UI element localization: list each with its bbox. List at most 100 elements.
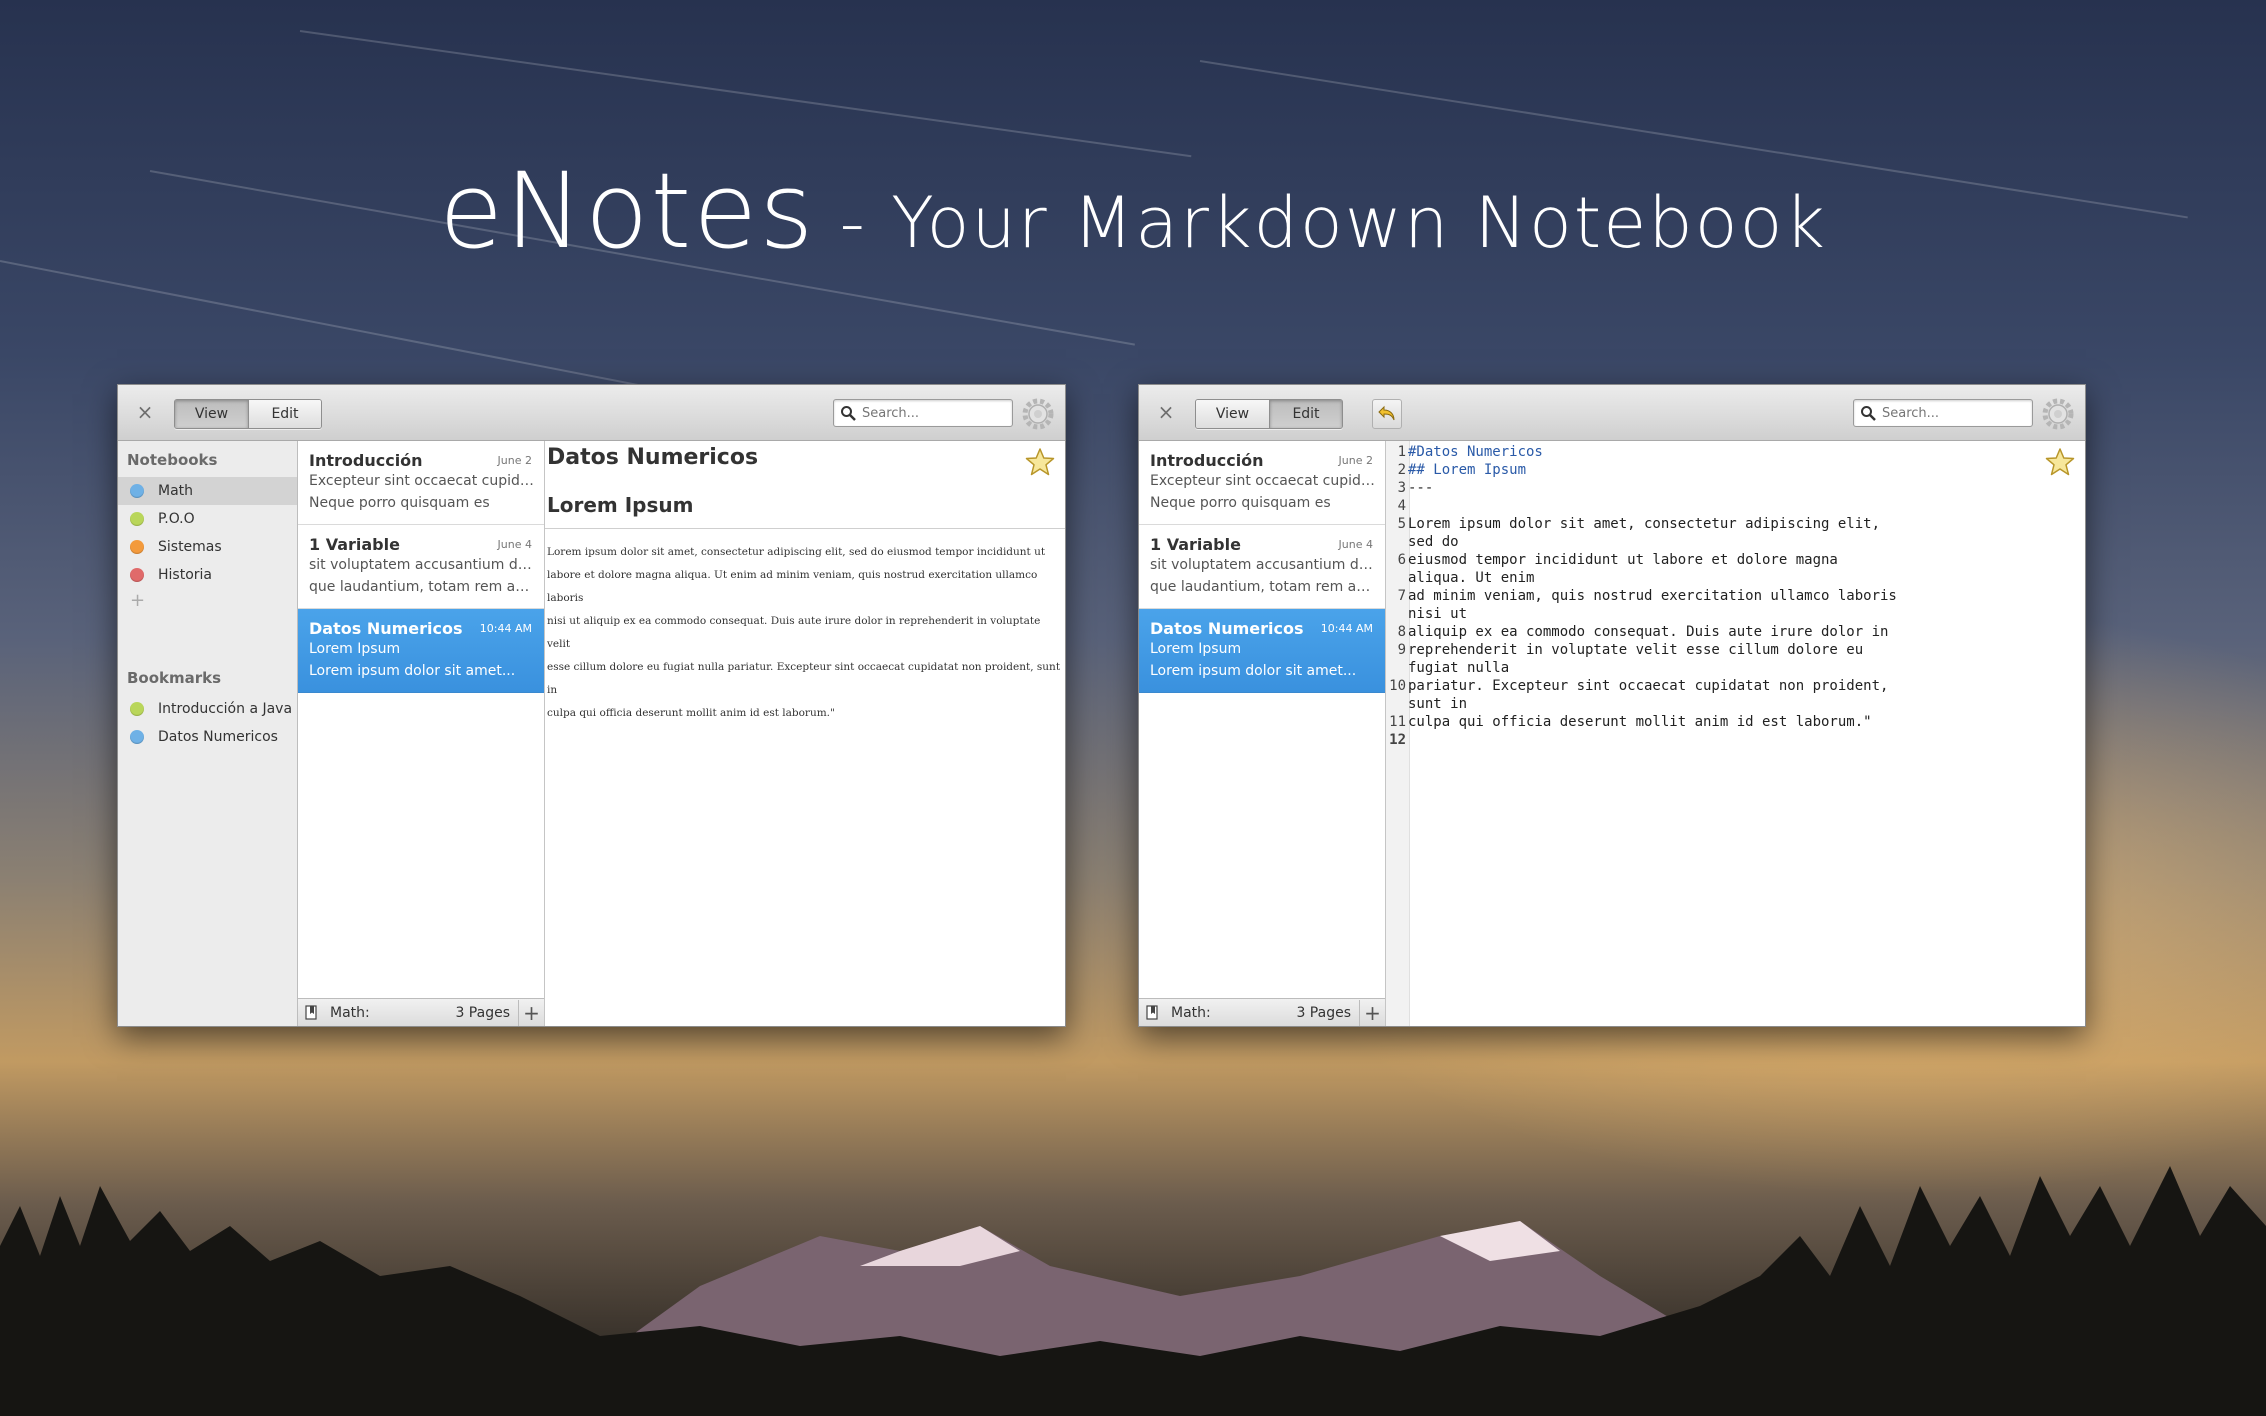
- notebook-color-dot: [130, 568, 144, 582]
- notebooks-header: Notebooks: [127, 451, 218, 469]
- code-line: 4: [1386, 497, 1897, 515]
- gear-icon[interactable]: [1021, 397, 1055, 431]
- bookmark-icon[interactable]: [298, 1004, 326, 1021]
- code-line-wrap: 5sed do: [1386, 533, 1897, 551]
- code-text: sunt in: [1408, 696, 1468, 712]
- note-preview: Neque porro quisquam es: [309, 495, 490, 511]
- note-item-datos-numericos[interactable]: Datos Numericos 10:44 AM Lorem Ipsum Lor…: [298, 609, 544, 693]
- code-line: 6 eiusmod tempor incididunt ut labore et …: [1386, 551, 1897, 569]
- line-number: 5: [1397, 516, 1406, 532]
- code-line: 12: [1386, 731, 1897, 749]
- star-icon[interactable]: [2045, 447, 2075, 477]
- code-line-wrap: 9fugiat nulla: [1386, 659, 1897, 677]
- note-preview: Lorem ipsum dolor sit amet...: [309, 663, 516, 679]
- code-text: #Datos Numericos: [1408, 444, 1543, 460]
- add-notebook-button[interactable]: +: [118, 589, 297, 613]
- viewer-body-line: nisi ut aliquip ex ea commodo consequat.…: [547, 615, 1041, 650]
- sidebar-item-math[interactable]: Math: [118, 477, 297, 505]
- code-text: culpa qui officia deserunt mollit anim i…: [1408, 714, 1872, 730]
- code-line-wrap: 6aliqua. Ut enim: [1386, 569, 1897, 587]
- note-item-1-variable[interactable]: 1 Variable June 4 sit voluptatem accusan…: [298, 525, 544, 609]
- sidebar-item-historia[interactable]: Historia: [118, 561, 297, 589]
- sidebar-item-label: P.O.O: [158, 511, 195, 527]
- markdown-editor[interactable]: 1 #Datos Numericos 2 ## Lorem Ipsum 3 --- 4 5 Lo…: [1386, 441, 2085, 1026]
- line-number: 9: [1397, 642, 1406, 658]
- note-date: June 4: [497, 538, 532, 551]
- search-input[interactable]: [1882, 405, 2022, 421]
- note-preview: que laudantium, totam rem aperia...: [1150, 579, 1375, 595]
- app-brand: eNotes: [439, 150, 816, 272]
- sidebar-item-sistemas[interactable]: Sistemas: [118, 533, 297, 561]
- note-date: June 2: [497, 454, 532, 467]
- note-item-1-variable[interactable]: 1 Variable June 4 sit voluptatem accusan…: [1139, 525, 1385, 609]
- note-preview: sit voluptatem accusantium dolor...: [309, 557, 534, 573]
- app-tagline: - Your Markdown Notebook: [815, 182, 1827, 264]
- mode-switcher: View Edit: [1195, 399, 1343, 429]
- note-date: June 4: [1338, 538, 1373, 551]
- editor-code[interactable]: 1 #Datos Numericos 2 ## Lorem Ipsum 3 --- 4 5 Lo…: [1386, 443, 1897, 749]
- bookmarks-header: Bookmarks: [127, 669, 222, 687]
- add-note-button[interactable]: +: [1359, 999, 1385, 1026]
- undo-icon[interactable]: [1372, 399, 1402, 429]
- line-number: 7: [1397, 588, 1406, 604]
- note-preview: sit voluptatem accusantium dolor...: [1150, 557, 1375, 573]
- bookmark-item-java[interactable]: Introducción a Java: [118, 695, 297, 723]
- edit-mode-button[interactable]: Edit: [1269, 400, 1342, 428]
- search-box: [1853, 399, 2033, 427]
- code-line: 2 ## Lorem Ipsum: [1386, 461, 1897, 479]
- viewer-heading-1: Datos Numericos: [547, 445, 759, 470]
- sidebar-item-label: Sistemas: [158, 539, 222, 555]
- bookmark-color-dot: [130, 730, 144, 744]
- code-text: sed do: [1408, 534, 1459, 550]
- code-text: ad minim veniam, quis nostrud exercitati…: [1408, 588, 1897, 604]
- note-item-introduccion[interactable]: Introducción June 2 Excepteur sint occae…: [1139, 441, 1385, 525]
- viewer-body-line: Lorem ipsum dolor sit amet, consectetur …: [547, 546, 1046, 558]
- code-text: aliqua. Ut enim: [1408, 570, 1535, 586]
- notebook-color-dot: [130, 512, 144, 526]
- note-item-introduccion[interactable]: Introducción June 2 Excepteur sint occae…: [298, 441, 544, 525]
- viewer-body-line: esse cillum dolore eu fugiat nulla paria…: [547, 661, 1061, 696]
- line-number: 2: [1397, 462, 1406, 478]
- code-line: 9 reprehenderit in voluptate velit esse c…: [1386, 641, 1897, 659]
- note-preview: Excepteur sint occaecat cupidatat...: [1150, 473, 1375, 489]
- note-list-footer: Math: 3 Pages +: [1139, 998, 1385, 1026]
- note-preview: Neque porro quisquam es: [1150, 495, 1331, 511]
- close-button[interactable]: ×: [1153, 399, 1179, 425]
- gear-icon[interactable]: [2041, 397, 2075, 431]
- line-number: 12: [1389, 732, 1406, 748]
- edit-mode-button[interactable]: Edit: [248, 400, 321, 428]
- code-text: aliquip ex ea commodo consequat. Duis au…: [1408, 624, 1889, 640]
- line-number: 8: [1397, 624, 1406, 640]
- mountain-landscape: [0, 1166, 2266, 1416]
- line-number: 3: [1397, 480, 1406, 496]
- view-mode-button[interactable]: View: [175, 400, 248, 428]
- bookmark-item-datos[interactable]: Datos Numericos: [118, 723, 297, 751]
- code-line: 11 culpa qui officia deserunt mollit anim…: [1386, 713, 1897, 731]
- note-item-datos-numericos[interactable]: Datos Numericos 10:44 AM Lorem Ipsum Lor…: [1139, 609, 1385, 693]
- line-number: 4: [1397, 498, 1406, 514]
- notebook-color-dot: [130, 540, 144, 554]
- star-icon[interactable]: [1025, 447, 1055, 477]
- viewer-body: Lorem ipsum dolor sit amet, consectetur …: [545, 529, 1065, 725]
- viewer-heading-2: Lorem Ipsum: [545, 485, 1065, 529]
- code-text: eiusmod tempor incididunt ut labore et d…: [1408, 552, 1838, 568]
- mode-switcher: View Edit: [174, 399, 322, 429]
- note-viewer: Datos Numericos Lorem Ipsum Lorem ipsum …: [545, 441, 1065, 1026]
- footer-notebook-name: Math:: [330, 1004, 370, 1021]
- line-number: 6: [1397, 552, 1406, 568]
- sidebar-item-label: Math: [158, 483, 194, 499]
- bookmark-icon[interactable]: [1139, 1004, 1167, 1021]
- close-button[interactable]: ×: [132, 399, 158, 425]
- note-preview: Lorem Ipsum: [309, 641, 401, 657]
- footer-notebook-name: Math:: [1171, 1004, 1211, 1021]
- titlebar: × View Edit: [1139, 385, 2085, 441]
- note-date: 10:44 AM: [479, 622, 532, 635]
- sidebar: Notebooks Math P.O.O Sistemas Historia +…: [118, 441, 298, 1026]
- note-list: Introducción June 2 Excepteur sint occae…: [1139, 441, 1386, 1026]
- bookmark-item-label: Datos Numericos: [158, 729, 278, 745]
- search-input[interactable]: [862, 405, 1002, 421]
- add-note-button[interactable]: +: [518, 999, 544, 1026]
- view-mode-button[interactable]: View: [1196, 400, 1269, 428]
- sidebar-item-poo[interactable]: P.O.O: [118, 505, 297, 533]
- note-preview: que laudantium, totam rem aperia...: [309, 579, 534, 595]
